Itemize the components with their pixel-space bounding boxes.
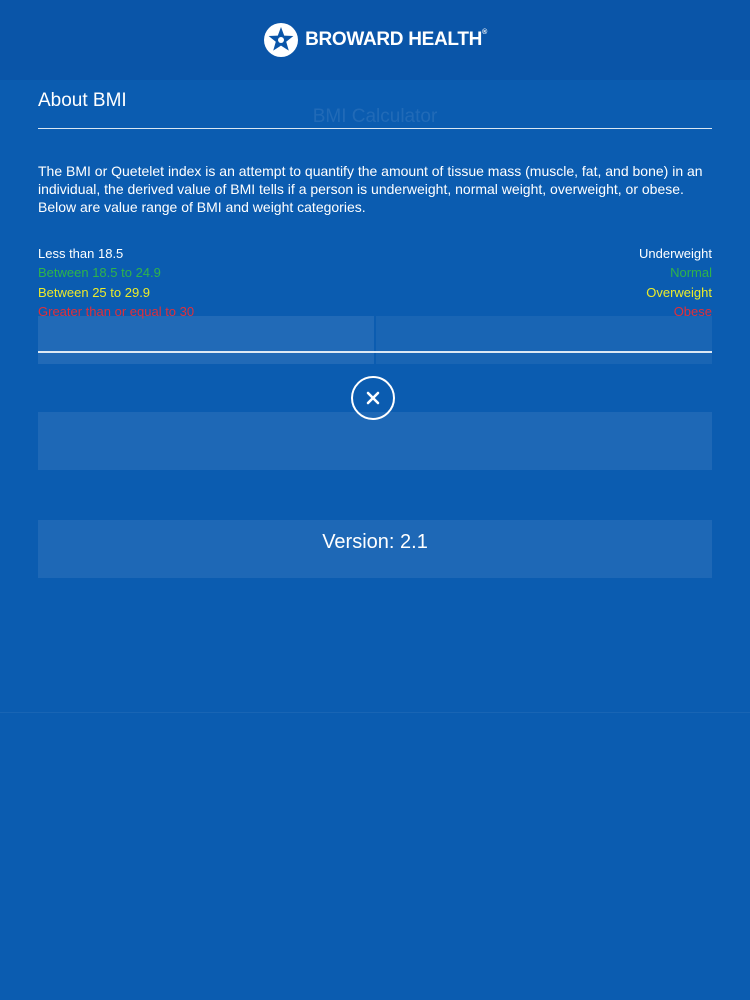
about-bmi-overlay: About BMI The BMI or Quetelet index is a… (0, 80, 750, 1000)
bmi-category-label: Normal (670, 265, 712, 280)
about-title: About BMI (38, 90, 127, 111)
bmi-category-label: Underweight (639, 246, 712, 261)
bmi-range-label: Between 18.5 to 24.9 (38, 265, 161, 280)
bmi-range-label: Less than 18.5 (38, 246, 124, 261)
bmi-range-label: Greater than or equal to 30 (38, 304, 195, 319)
bmi-range-row: Less than 18.5 Underweight (38, 246, 712, 264)
close-button[interactable] (351, 376, 395, 420)
title-divider (38, 128, 712, 129)
ranges-divider (38, 351, 712, 353)
brand-logo-group: BROWARD HEALTH® (263, 22, 487, 58)
bmi-category-label: Obese (673, 304, 712, 319)
bmi-range-row: Greater than or equal to 30 Obese (38, 304, 712, 322)
close-icon (366, 391, 380, 405)
bmi-category-label: Overweight (646, 285, 712, 300)
bmi-range-label: Between 25 to 29.9 (38, 285, 151, 300)
app-header: BROWARD HEALTH® (0, 0, 750, 80)
bmi-range-row: Between 25 to 29.9 Overweight (38, 285, 712, 303)
about-description: The BMI or Quetelet index is an attempt … (38, 163, 703, 215)
brand-trademark: ® (482, 29, 487, 36)
version-label: Version: 2.1 (322, 531, 428, 553)
bmi-range-row: Between 18.5 to 24.9 Normal (38, 265, 712, 283)
star-in-circle-icon (264, 23, 299, 57)
brand-name: BROWARD HEALTH® (305, 29, 487, 50)
